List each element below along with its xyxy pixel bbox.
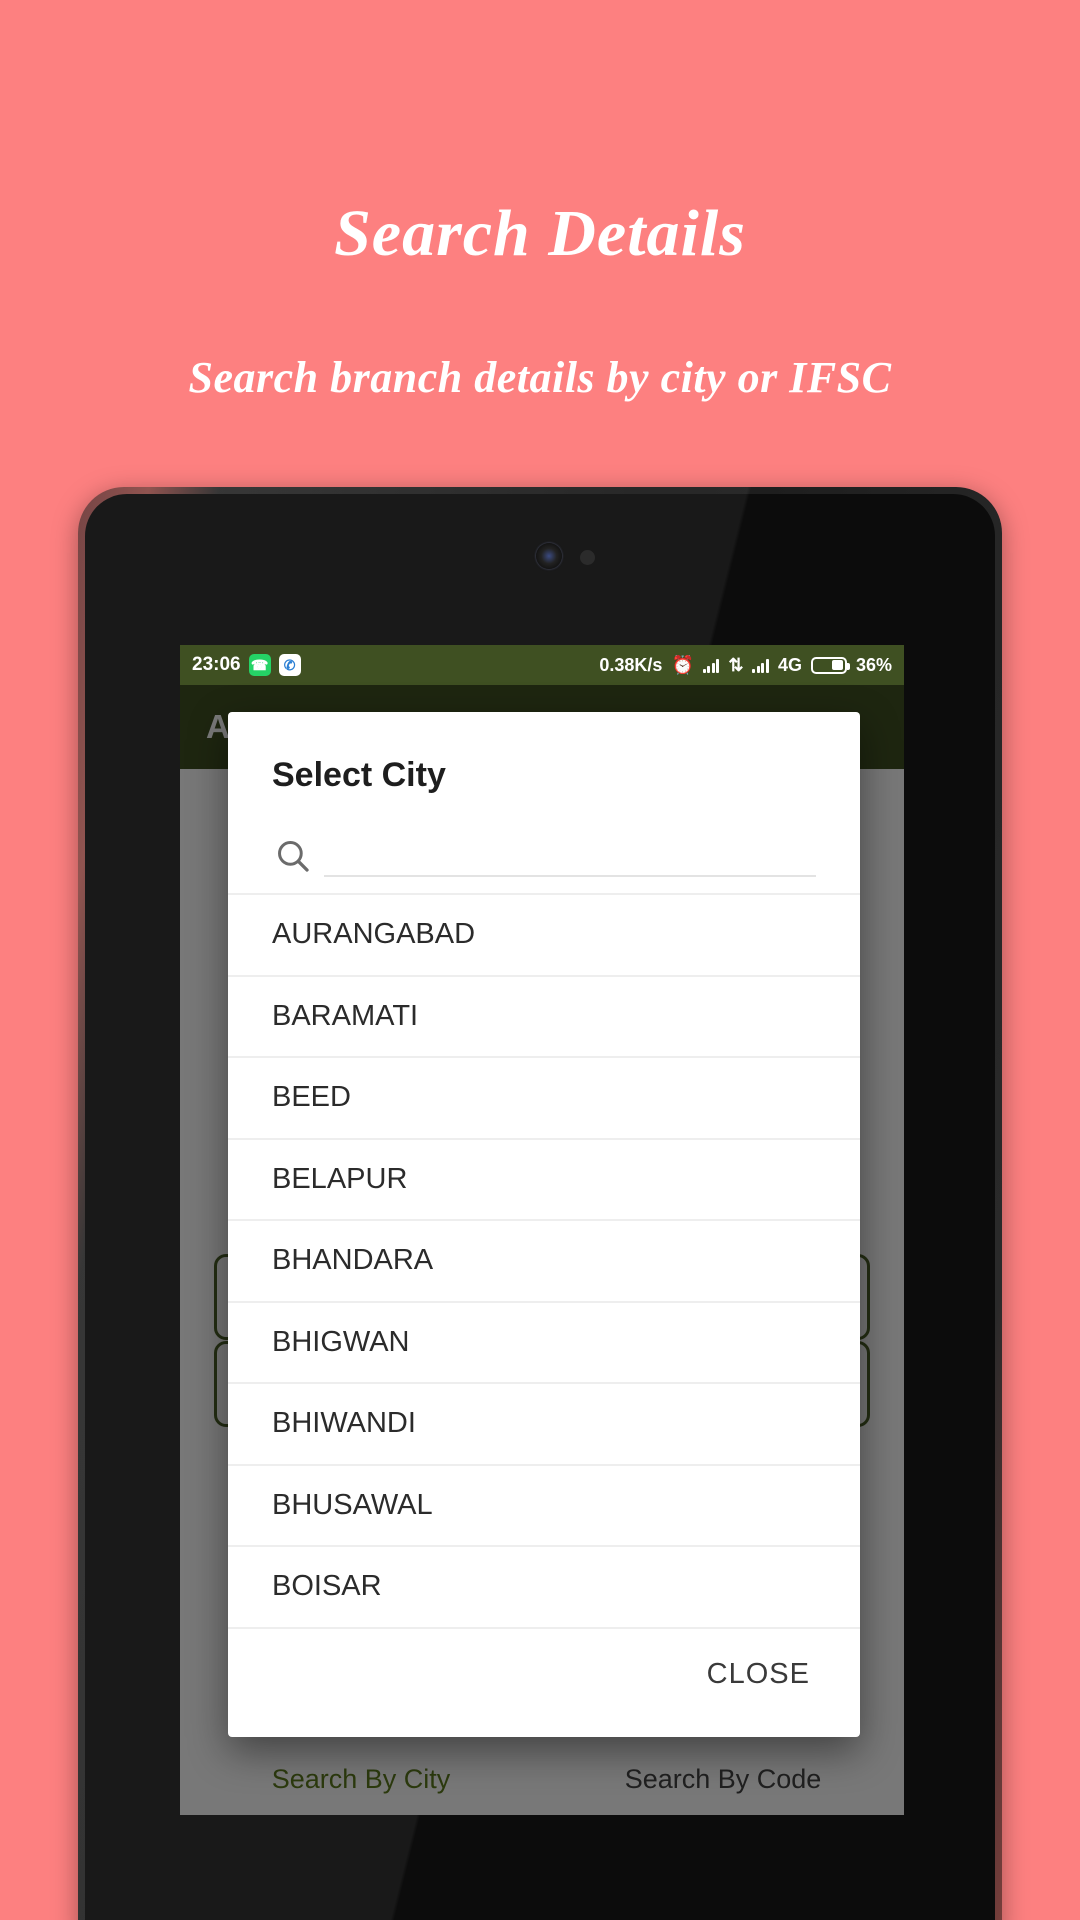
search-icon xyxy=(278,841,309,872)
status-bar-left: 23:06 ☎ ✆ xyxy=(192,654,301,676)
list-item[interactable]: BOISAR xyxy=(228,1545,860,1627)
phone-icon: ✆ xyxy=(278,654,301,676)
city-list[interactable]: AURANGABAD BARAMATI BEED BELAPUR BHANDAR… xyxy=(228,893,860,1642)
alarm-icon: ⏰ xyxy=(671,654,694,675)
dialog-title: Select City xyxy=(272,756,446,794)
phone-screen: 23:06 ☎ ✆ 0.38K/s ⏰ ⇅ 4G 36% A Search By… xyxy=(180,645,904,1815)
list-item[interactable]: BARAMATI xyxy=(228,974,860,1057)
list-item[interactable]: BHIGWAN xyxy=(228,1300,860,1383)
battery-icon xyxy=(810,656,850,674)
search-input[interactable] xyxy=(324,829,816,877)
list-item[interactable]: BEED xyxy=(228,1056,860,1138)
select-city-dialog: Select City AURANGABAD BARAMATI BEED BEL… xyxy=(228,712,860,1737)
page-title: Search Details xyxy=(334,197,746,270)
list-item[interactable]: CHAKAN xyxy=(228,1626,860,1643)
list-item[interactable]: BELAPUR xyxy=(228,1137,860,1220)
list-item[interactable]: BHANDARA xyxy=(228,1219,860,1301)
close-button[interactable]: CLOSE xyxy=(701,1642,816,1707)
list-item[interactable]: BHUSAWAL xyxy=(228,1463,860,1546)
dialog-actions: CLOSE xyxy=(228,1642,860,1737)
dialog-search-row xyxy=(228,795,860,877)
network-speed: 0.38K/s xyxy=(599,654,663,675)
whatsapp-icon: ☎ xyxy=(248,654,271,676)
page-subtitle: Search branch details by city or IFSC xyxy=(188,353,892,402)
front-camera-icon xyxy=(536,543,562,569)
list-item[interactable]: AURANGABAD xyxy=(228,893,860,975)
signal-icon-2 xyxy=(752,658,769,673)
status-time: 23:06 xyxy=(192,654,241,675)
status-bar-right: 0.38K/s ⏰ ⇅ 4G 36% xyxy=(599,655,892,676)
signal-icon xyxy=(702,658,720,673)
data-transfer-icon: ⇅ xyxy=(728,654,744,675)
status-bar: 23:06 ☎ ✆ 0.38K/s ⏰ ⇅ 4G 36% xyxy=(180,645,904,685)
list-item[interactable]: BHIWANDI xyxy=(228,1382,860,1464)
network-type: 4G xyxy=(777,654,802,675)
battery-percent: 36% xyxy=(855,654,892,675)
proximity-sensor-icon xyxy=(580,550,595,565)
